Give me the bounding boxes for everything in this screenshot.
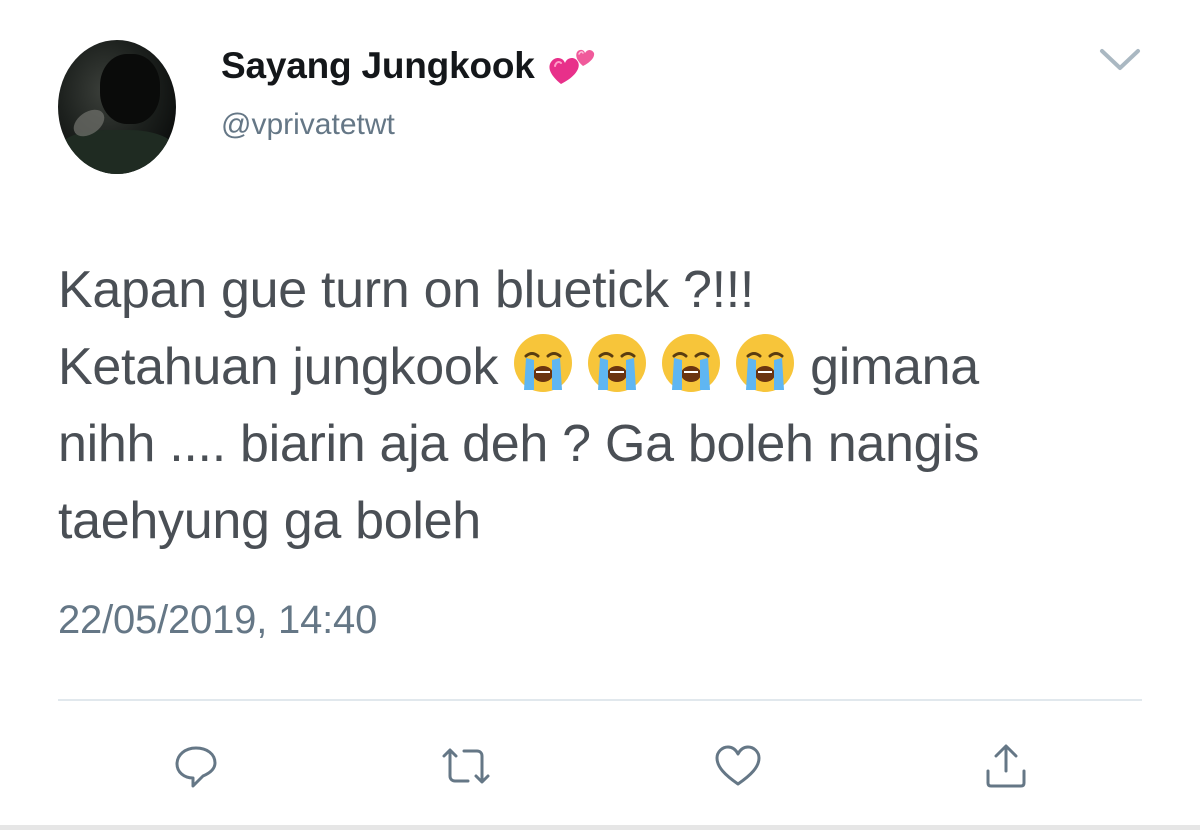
tweet-card: Sayang Jungkook @vprivatetwt Kapan gue t…	[0, 0, 1200, 830]
avatar-clothing	[58, 130, 176, 174]
avatar[interactable]	[58, 40, 176, 174]
tweet-line-1: Kapan gue turn on bluetick ?!!!	[58, 261, 755, 319]
tweet-line-2: Ketahuan jungkook gimana	[58, 329, 1168, 406]
tweet-timestamp[interactable]: 22/05/2019, 14:40	[58, 598, 377, 643]
two-hearts-icon	[547, 44, 599, 88]
emoji-group	[512, 329, 796, 406]
like-icon	[715, 745, 761, 786]
divider	[58, 699, 1142, 701]
reply-icon	[175, 746, 217, 788]
share-icon	[986, 744, 1026, 788]
tweet-line-2-end: gimana	[810, 338, 979, 396]
loudly-crying-face-icon	[736, 334, 795, 392]
chevron-down-icon[interactable]	[1098, 46, 1142, 74]
tweet-line-4: taehyung ga boleh	[58, 492, 481, 550]
share-button[interactable]	[976, 736, 1036, 796]
loudly-crying-face-icon	[588, 334, 647, 392]
avatar-hair	[100, 54, 160, 124]
retweet-button[interactable]	[436, 736, 496, 796]
display-name[interactable]: Sayang Jungkook	[221, 45, 535, 87]
tweet-text: Kapan gue turn on bluetick ?!!! Ketahuan…	[58, 252, 1168, 560]
tweet-line-2-start: Ketahuan jungkook	[58, 338, 499, 396]
retweet-icon	[442, 748, 490, 784]
user-handle[interactable]: @vprivatetwt	[221, 108, 395, 142]
reply-button[interactable]	[166, 736, 226, 796]
bottom-edge	[0, 825, 1200, 830]
tweet-line-3: nihh .... biarin aja deh ? Ga boleh nang…	[58, 415, 980, 473]
loudly-crying-face-icon	[514, 334, 573, 392]
action-bar	[0, 736, 1200, 796]
display-name-row[interactable]: Sayang Jungkook	[221, 42, 599, 90]
like-button[interactable]	[708, 736, 768, 796]
loudly-crying-face-icon	[662, 334, 721, 392]
